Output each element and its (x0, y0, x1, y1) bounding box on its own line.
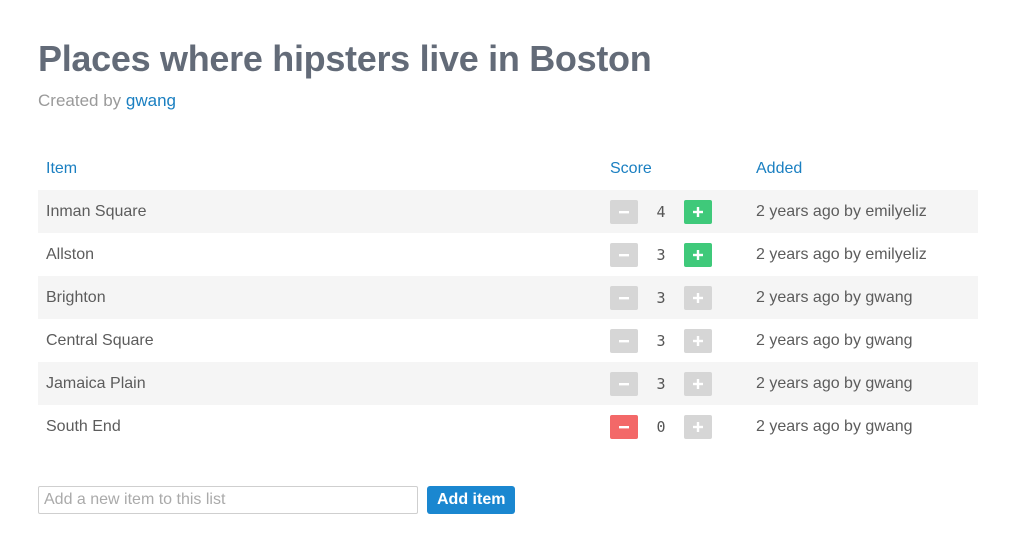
new-item-input[interactable] (38, 486, 418, 514)
column-header-item[interactable]: Item (38, 148, 602, 190)
item-name: Allston (46, 245, 95, 263)
plus-icon (693, 378, 703, 389)
score-cell: 3 (602, 319, 748, 362)
downvote-button[interactable] (610, 414, 638, 439)
minus-icon (619, 339, 629, 342)
downvote-button[interactable] (610, 328, 638, 353)
score-controls: 3 (610, 242, 740, 267)
minus-icon (619, 253, 629, 256)
score-value: 4 (656, 202, 666, 221)
downvote-button[interactable] (610, 371, 638, 396)
upvote-button[interactable] (684, 285, 712, 310)
plus-icon (693, 292, 703, 303)
table-row: Jamaica Plain 3 2 years ago by gwang (38, 362, 978, 405)
page-title: Places where hipsters live in Boston (38, 38, 652, 79)
upvote-button[interactable] (684, 328, 712, 353)
score-controls: 3 (610, 285, 740, 310)
score-value: 3 (656, 331, 666, 350)
add-item-form: Add item (38, 486, 978, 514)
minus-icon (619, 210, 629, 213)
created-by-prefix: Created by (38, 91, 122, 110)
table-row: Inman Square 4 2 years ago by emilyeliz (38, 190, 978, 233)
score-cell: 4 (602, 190, 748, 233)
added-info: 2 years ago by gwang (756, 417, 913, 435)
table-row: Brighton 3 2 years ago by gwang (38, 276, 978, 319)
score-controls: 4 (610, 199, 740, 224)
upvote-button[interactable] (684, 242, 712, 267)
items-table: Item Score Added Inman Square 4 2 years … (38, 148, 978, 448)
minus-icon (619, 382, 629, 385)
added-info: 2 years ago by gwang (748, 362, 978, 405)
plus-icon (693, 421, 703, 432)
item-name: Central Square (46, 331, 154, 349)
add-item-button[interactable]: Add item (427, 486, 516, 514)
list-page: Places where hipsters live in Boston Cre… (0, 0, 1016, 514)
table-header-row: Item Score Added (38, 148, 978, 190)
table-row: Allston 3 2 years ago by emilyeliz (38, 233, 978, 276)
score-controls: 3 (610, 328, 740, 353)
downvote-button[interactable] (610, 199, 638, 224)
score-controls: 0 (610, 414, 740, 439)
created-by-line: Created by gwang (38, 90, 978, 112)
column-header-added[interactable]: Added (748, 148, 978, 190)
table-row: Central Square 3 2 years ago by gwang (38, 319, 978, 362)
plus-icon (693, 335, 703, 346)
item-name: Jamaica Plain (38, 362, 602, 405)
item-name: Inman Square (38, 190, 602, 233)
score-cell: 3 (602, 276, 748, 319)
item-name: Brighton (38, 276, 602, 319)
score-value: 3 (656, 374, 666, 393)
upvote-button[interactable] (684, 414, 712, 439)
score-controls: 3 (610, 371, 740, 396)
upvote-button[interactable] (684, 199, 712, 224)
score-value: 3 (656, 288, 666, 307)
table-body: Inman Square 4 2 years ago by emilyeliz (38, 190, 978, 448)
plus-icon (693, 249, 703, 260)
column-header-score[interactable]: Score (602, 148, 748, 190)
downvote-button[interactable] (610, 285, 638, 310)
added-info: 2 years ago by emilyeliz (756, 245, 927, 263)
added-info: 2 years ago by emilyeliz (748, 190, 978, 233)
score-cell: 3 (602, 233, 748, 276)
score-value: 0 (656, 417, 666, 436)
table-row: South End 0 2 years ago by gwang (38, 405, 978, 448)
score-cell: 3 (602, 362, 748, 405)
downvote-button[interactable] (610, 242, 638, 267)
minus-icon (619, 296, 629, 299)
added-info: 2 years ago by gwang (748, 276, 978, 319)
score-value: 3 (656, 245, 666, 264)
creator-link[interactable]: gwang (126, 91, 176, 110)
score-cell: 0 (602, 405, 748, 448)
item-name: South End (46, 417, 121, 435)
added-info: 2 years ago by gwang (756, 331, 913, 349)
minus-icon (619, 425, 629, 428)
upvote-button[interactable] (684, 371, 712, 396)
plus-icon (693, 206, 703, 217)
